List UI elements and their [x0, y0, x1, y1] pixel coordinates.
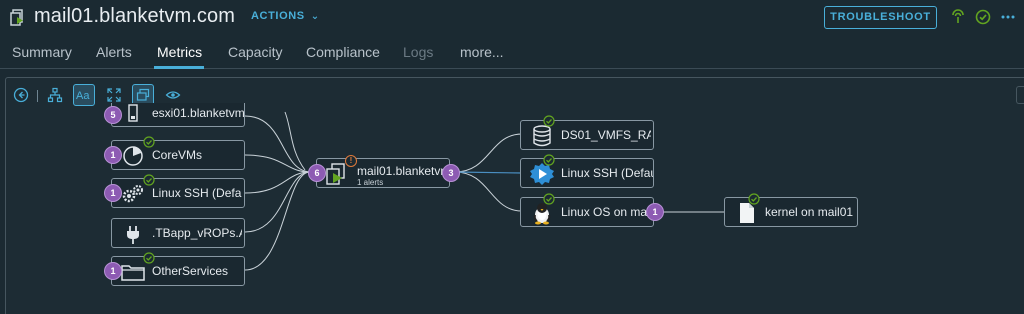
- node-tbapp-adapter[interactable]: .TBapp_vROPs.A: [111, 218, 245, 248]
- actions-label: ACTIONS: [251, 10, 305, 22]
- node-label: Linux SSH (Defau: [152, 186, 242, 200]
- actions-menu-button[interactable]: ACTIONS ⌄: [251, 10, 320, 22]
- status-ok-icon: [543, 115, 555, 127]
- status-ok-icon: [543, 154, 555, 166]
- node-esxi-host[interactable]: esxi01.blanketvm: [111, 103, 245, 127]
- health-icon[interactable]: [950, 9, 966, 25]
- tab-compliance[interactable]: Compliance: [306, 44, 380, 60]
- node-mail01-vm[interactable]: mail01.blanketvm 1 alerts: [316, 158, 450, 188]
- node-label: kernel on mail01: [765, 205, 854, 219]
- node-corevms[interactable]: CoreVMs: [111, 140, 245, 170]
- virtual-machine-icon: [10, 9, 23, 26]
- database-icon: [533, 125, 551, 147]
- parent-count-badge[interactable]: 6: [308, 164, 326, 182]
- tab-alerts[interactable]: Alerts: [96, 44, 132, 60]
- eye-connection-icon: [165, 91, 181, 99]
- node-kernel[interactable]: kernel on mail01: [724, 197, 858, 227]
- header-bar: mail01.blanketvm.com ACTIONS ⌄ TROUBLESHO…: [0, 0, 1024, 36]
- node-linux-ssh-service[interactable]: Linux SSH (Defau: [111, 178, 245, 208]
- child-count-badge[interactable]: 5: [104, 106, 122, 124]
- troubleshoot-button[interactable]: TROUBLESHOOT: [824, 6, 937, 29]
- node-label: mail01.blanketvm: [357, 164, 447, 178]
- tab-bar: Summary Alerts Metrics Capacity Complian…: [0, 36, 1024, 69]
- search-input[interactable]: [1016, 86, 1024, 104]
- node-label: .TBapp_vROPs.A: [152, 226, 242, 240]
- tab-summary[interactable]: Summary: [12, 44, 72, 60]
- node-label: Linux SSH (Default: [561, 166, 653, 180]
- tab-metrics[interactable]: Metrics: [157, 44, 202, 60]
- node-label: CoreVMs: [152, 148, 203, 162]
- node-other-services[interactable]: OtherServices: [111, 256, 245, 286]
- text-labels-icon: Aa: [76, 90, 90, 102]
- status-ok-icon: [143, 174, 155, 186]
- node-datastore[interactable]: DS01_VMFS_RAID: [520, 120, 654, 150]
- child-count-badge[interactable]: 1: [104, 146, 122, 164]
- tab-logs: Logs: [403, 44, 434, 60]
- node-label: DS01_VMFS_RAID: [561, 128, 651, 142]
- node-label: esxi01.blanketvm: [152, 106, 245, 120]
- hierarchy-icon: [47, 87, 63, 103]
- status-ok-icon: [143, 252, 155, 264]
- node-label: OtherServices: [152, 264, 229, 278]
- node-linux-os[interactable]: Linux OS on mail0: [520, 197, 654, 227]
- chevron-down-icon: ⌄: [310, 11, 320, 22]
- host-server-icon: [128, 104, 138, 122]
- alert-count-text: 1 alerts: [357, 178, 384, 187]
- arrow-left-circle-icon: [13, 87, 29, 103]
- status-ok-icon: [748, 193, 760, 205]
- child-count-badge[interactable]: 1: [104, 262, 122, 280]
- node-linux-ssh-default[interactable]: Linux SSH (Default: [520, 158, 654, 188]
- node-label: Linux OS on mail0: [561, 205, 651, 219]
- svg-text:Aa: Aa: [76, 90, 90, 102]
- tab-capacity[interactable]: Capacity: [228, 44, 282, 60]
- status-ok-icon[interactable]: [975, 9, 991, 25]
- virtual-machine-icon: [326, 163, 345, 185]
- hierarchy-view-button[interactable]: [44, 84, 66, 106]
- more-options-icon[interactable]: [1000, 9, 1016, 25]
- show-labels-toggle[interactable]: Aa: [73, 84, 95, 106]
- child-count-badge[interactable]: 1: [104, 184, 122, 202]
- toolbar-divider: [37, 90, 38, 102]
- active-tab-indicator: [154, 66, 204, 69]
- tab-more[interactable]: more...: [460, 44, 504, 60]
- alert-warning-icon: !: [345, 155, 357, 167]
- status-ok-icon: [143, 136, 155, 148]
- page-title: mail01.blanketvm.com: [34, 5, 235, 27]
- plug-icon: [127, 226, 139, 244]
- child-count-badge[interactable]: 3: [442, 164, 460, 182]
- child-count-badge[interactable]: 1: [646, 203, 664, 221]
- back-button[interactable]: [10, 84, 32, 106]
- status-ok-icon: [543, 193, 555, 205]
